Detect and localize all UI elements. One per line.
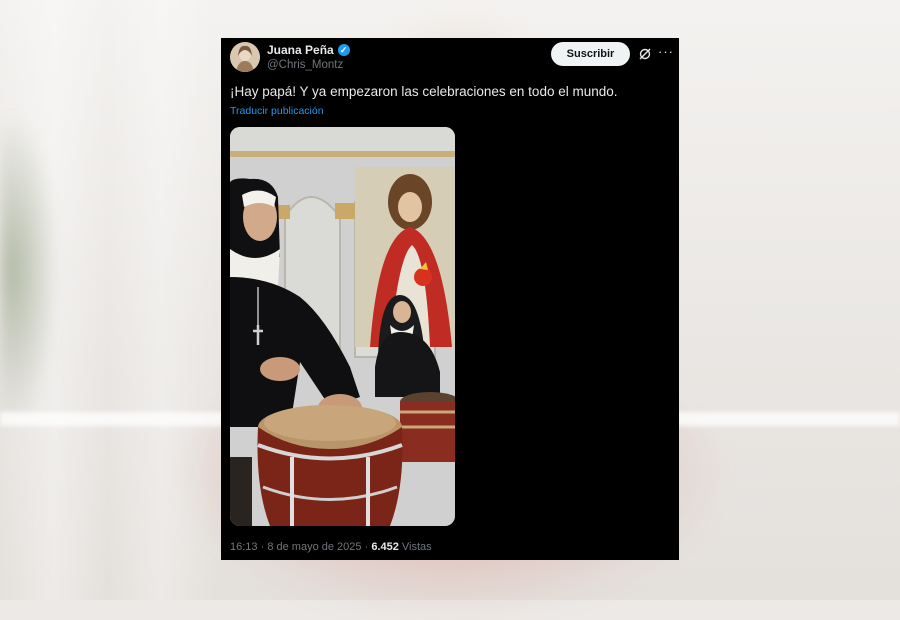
views-label: Vistas	[401, 541, 432, 553]
author-name[interactable]: Juana Peña	[267, 43, 334, 57]
timestamp-separator: ·	[260, 541, 265, 553]
translate-link[interactable]: Traducir publicación	[230, 105, 324, 117]
avatar[interactable]	[230, 42, 260, 72]
more-options-icon[interactable]: ···	[658, 44, 674, 59]
tweet-text: ¡Hay papá! Y ya empezaron las celebracio…	[230, 84, 618, 99]
tweet-card: Juana Peña ✓ @Chris_Montz Suscribir ··· …	[221, 38, 679, 560]
tweet-video[interactable]	[230, 127, 455, 526]
background-plant	[0, 110, 60, 430]
tweet-timestamp[interactable]: 16:13 · 8 de mayo de 2025 · 6.452 Vistas	[230, 541, 432, 553]
tweet-date: 8 de mayo de 2025	[267, 541, 362, 553]
timestamp-separator-2: ·	[364, 541, 369, 553]
grok-icon[interactable]	[638, 47, 652, 61]
verified-badge-icon: ✓	[337, 44, 350, 56]
subscribe-button[interactable]: Suscribir	[551, 42, 630, 66]
author-name-row[interactable]: Juana Peña ✓	[267, 43, 350, 57]
views-count: 6.452	[371, 541, 399, 553]
video-frame	[230, 127, 455, 526]
author-handle[interactable]: @Chris_Montz	[267, 59, 343, 71]
tweet-time: 16:13	[230, 541, 258, 553]
